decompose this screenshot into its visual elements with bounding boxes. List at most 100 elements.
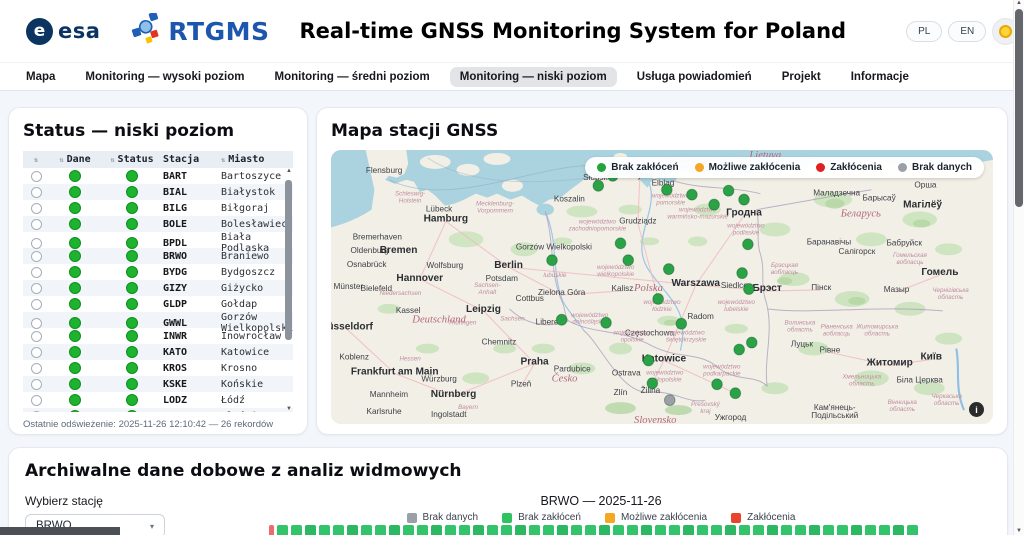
- station-marker[interactable]: [676, 318, 687, 329]
- timeline-segment: [851, 525, 862, 535]
- lang-pl-button[interactable]: PL: [906, 21, 942, 42]
- station-marker[interactable]: [734, 344, 745, 355]
- archive-chart-timeline[interactable]: [269, 525, 937, 535]
- row-radio[interactable]: [31, 203, 42, 214]
- station-marker[interactable]: [547, 255, 558, 266]
- timeline-segment: [361, 525, 372, 535]
- row-radio[interactable]: [31, 363, 42, 374]
- tab-us-uga-powiadomie-[interactable]: Usługa powiadomień: [627, 67, 762, 87]
- row-radio[interactable]: [31, 267, 42, 278]
- scroll-up-icon[interactable]: ▲: [1016, 0, 1022, 6]
- scroll-down-icon[interactable]: ▼: [286, 406, 292, 412]
- table-row[interactable]: BRWOBraniewo: [23, 248, 293, 264]
- tab-projekt[interactable]: Projekt: [772, 67, 831, 87]
- table-row[interactable]: BPDLBiała Podlaska: [23, 232, 293, 248]
- station-marker[interactable]: [593, 180, 604, 191]
- dane-status-dot: [69, 170, 81, 182]
- station-marker[interactable]: [730, 388, 741, 399]
- station-marker[interactable]: [653, 293, 664, 304]
- station-marker[interactable]: [739, 194, 750, 205]
- timeline-segment: [613, 525, 624, 535]
- tab-monitoring-redni-poziom[interactable]: Monitoring — średni poziom: [265, 67, 440, 87]
- table-row[interactable]: OLESOleśnica: [23, 408, 293, 412]
- table-row[interactable]: BYDGBydgoszcz: [23, 264, 293, 280]
- row-radio[interactable]: [31, 331, 42, 342]
- row-radio[interactable]: [31, 238, 42, 249]
- station-marker[interactable]: [743, 239, 754, 250]
- status-dot: [126, 317, 138, 329]
- row-radio[interactable]: [31, 171, 42, 182]
- station-marker[interactable]: [623, 255, 634, 266]
- map-label: Bayern: [458, 404, 478, 411]
- scrollbar-thumb[interactable]: [1015, 9, 1023, 207]
- tab-monitoring-wysoki-poziom[interactable]: Monitoring — wysoki poziom: [75, 67, 254, 87]
- map-label: warmińsko-mazurskie: [667, 213, 728, 220]
- station-marker[interactable]: [601, 317, 612, 328]
- table-row[interactable]: BOLEBolesławiec: [23, 216, 293, 232]
- row-radio[interactable]: [31, 347, 42, 358]
- table-row[interactable]: LODZŁódź: [23, 392, 293, 408]
- row-radio[interactable]: [31, 251, 42, 262]
- gnss-map[interactable]: FlensburgLübeckHamburgBremerhavenOldenbu…: [331, 150, 993, 424]
- map-label: Hamburg: [424, 213, 468, 224]
- table-row[interactable]: BIALBiałystok: [23, 184, 293, 200]
- row-radio[interactable]: [31, 187, 42, 198]
- status-table-header: ⇅ ⇅Dane ⇅Status Stacja ⇅Miasto: [23, 151, 293, 168]
- station-marker[interactable]: [746, 337, 757, 348]
- timeline-segment: [879, 525, 890, 535]
- table-row[interactable]: BARTBartoszyce: [23, 168, 293, 184]
- table-row[interactable]: KSKEKońskie: [23, 376, 293, 392]
- row-radio[interactable]: [31, 299, 42, 310]
- tab-mapa[interactable]: Mapa: [16, 67, 65, 87]
- row-radio[interactable]: [31, 219, 42, 230]
- legend-square-icon: [502, 513, 512, 523]
- status-dot: [126, 298, 138, 310]
- station-marker[interactable]: [556, 314, 567, 325]
- map-label: Hannover: [396, 273, 443, 284]
- table-row[interactable]: KATOKatowice: [23, 344, 293, 360]
- station-marker[interactable]: [709, 199, 720, 210]
- station-marker[interactable]: [744, 284, 755, 295]
- sort-icon[interactable]: ⇅: [34, 156, 38, 164]
- table-row[interactable]: KROSKrosno: [23, 360, 293, 376]
- sort-icon[interactable]: ⇅: [221, 156, 225, 164]
- tab-informacje[interactable]: Informacje: [841, 67, 919, 87]
- row-radio[interactable]: [31, 395, 42, 406]
- tab-monitoring-niski-poziom[interactable]: Monitoring — niski poziom: [450, 67, 617, 87]
- map-label: Гродна: [726, 207, 762, 218]
- timeline-segment: [837, 525, 848, 535]
- row-radio[interactable]: [31, 411, 42, 413]
- table-row[interactable]: BILGBiłgoraj: [23, 200, 293, 216]
- timeline-segment: [269, 525, 274, 535]
- station-marker[interactable]: [712, 379, 723, 390]
- scrollbar-thumb[interactable]: [285, 180, 292, 340]
- page-horizontal-scrollbar-thumb[interactable]: [0, 527, 120, 535]
- station-marker[interactable]: [687, 189, 698, 200]
- rtgms-logo[interactable]: RTGMS: [130, 13, 269, 50]
- scroll-up-icon[interactable]: ▲: [286, 168, 292, 174]
- row-radio[interactable]: [31, 283, 42, 294]
- station-marker[interactable]: [664, 395, 675, 406]
- row-radio[interactable]: [31, 379, 42, 390]
- station-marker[interactable]: [647, 378, 658, 389]
- station-marker[interactable]: [723, 185, 734, 196]
- archive-panel: Archiwalne dane dobowe z analiz widmowyc…: [8, 447, 1008, 535]
- table-row[interactable]: GWWLGorzów Wielkopolski: [23, 312, 293, 328]
- station-marker[interactable]: [663, 264, 674, 275]
- esa-logo[interactable]: e esa: [26, 18, 100, 45]
- table-row[interactable]: GLDPGołdap: [23, 296, 293, 312]
- sort-icon[interactable]: ⇅: [110, 156, 114, 164]
- scroll-down-icon[interactable]: ▼: [1016, 528, 1022, 534]
- sort-icon[interactable]: ⇅: [59, 156, 63, 164]
- page-vertical-scrollbar[interactable]: ▲ ▼: [1013, 0, 1024, 535]
- station-marker[interactable]: [662, 184, 673, 195]
- station-marker[interactable]: [615, 238, 626, 249]
- station-marker[interactable]: [737, 268, 748, 279]
- lang-en-button[interactable]: EN: [948, 21, 986, 42]
- station-marker[interactable]: [643, 355, 654, 366]
- row-radio[interactable]: [31, 318, 42, 329]
- table-row[interactable]: INWRInowrocław: [23, 328, 293, 344]
- status-table-scrollbar[interactable]: ▲ ▼: [284, 168, 293, 412]
- map-info-button[interactable]: i: [969, 402, 984, 417]
- table-row[interactable]: GIZYGiżycko: [23, 280, 293, 296]
